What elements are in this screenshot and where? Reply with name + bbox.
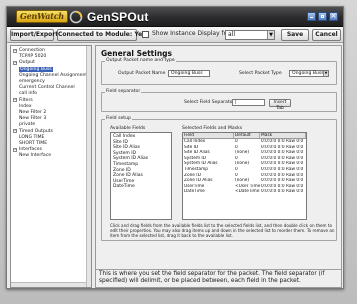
packet-type-select[interactable]: Ongoing Buss ▼ bbox=[289, 70, 329, 77]
collapse-icon[interactable]: − bbox=[13, 98, 17, 103]
instance-select-value: all bbox=[228, 31, 236, 38]
collapse-icon[interactable]: − bbox=[13, 147, 17, 152]
field-setup-hint: Click and drag fields from the available… bbox=[110, 223, 335, 239]
status-description: This is where you set the field separato… bbox=[96, 269, 341, 287]
show-instance-label: Show Instance Display for: bbox=[152, 30, 232, 37]
field-separator-label: Select Field Separator bbox=[184, 100, 235, 105]
close-icon[interactable] bbox=[329, 11, 338, 21]
settings-panel: General Settings Output Packet name and … bbox=[95, 45, 342, 288]
field-separator-group: Field separator Select Field Separator |… bbox=[101, 89, 337, 112]
tree-vertical-scrollbar[interactable] bbox=[86, 46, 91, 287]
import-export-button[interactable]: Import/Export bbox=[10, 29, 58, 41]
page-title: General Settings bbox=[101, 49, 173, 58]
tree-item-label: private bbox=[19, 122, 36, 128]
tree-item-label: Output bbox=[19, 60, 35, 66]
tree-item-label: New Filter 3 bbox=[19, 116, 47, 122]
field-separator-input[interactable]: | bbox=[232, 99, 265, 106]
insert-tab-button[interactable]: Insert Tab bbox=[269, 98, 291, 111]
field-setup-group-title: Field setup bbox=[105, 116, 132, 121]
column-header-mask[interactable]: Mask bbox=[260, 133, 306, 138]
table-cell: DateTime bbox=[184, 189, 205, 195]
column-header-default[interactable]: Default bbox=[234, 133, 260, 138]
output-packet-group: Output Packet name and type Output Packe… bbox=[101, 58, 337, 85]
available-field-item[interactable]: DateTime bbox=[111, 184, 171, 190]
logo-swirl-icon bbox=[69, 10, 83, 24]
cancel-button[interactable]: Cancel bbox=[312, 29, 341, 41]
table-row[interactable]: DateTime <DateTime>0:0:0:0 0:0 Raw 0:0 bbox=[183, 189, 306, 195]
tree-item-label: LONG TIME bbox=[19, 134, 45, 140]
table-cell: 0:0:0:0 0:0 Raw 0:0 bbox=[261, 189, 304, 195]
selected-fields-table[interactable]: Field Default Mask Call Index 0 0:0:0:0 0:… bbox=[182, 132, 307, 220]
collapse-icon[interactable]: − bbox=[13, 60, 17, 65]
tree-item-label: New Filter 2 bbox=[19, 110, 47, 116]
instance-select[interactable]: all ▼ bbox=[225, 30, 275, 40]
minimize-icon[interactable] bbox=[307, 12, 316, 21]
chevron-down-icon: ▼ bbox=[267, 31, 274, 39]
chevron-down-icon: ▼ bbox=[323, 71, 328, 76]
tree-item-label: Index bbox=[19, 103, 32, 109]
collapse-icon[interactable]: − bbox=[13, 48, 17, 53]
tree-item-label: Ongoing Buss bbox=[19, 66, 53, 72]
maximize-icon[interactable] bbox=[318, 12, 327, 21]
field-separator-group-title: Field separator bbox=[105, 89, 142, 94]
show-instance-checkbox[interactable] bbox=[142, 31, 149, 38]
toolbar: Import/Export Connected to Module: Yes S… bbox=[7, 27, 343, 43]
tree-horizontal-scrollbar[interactable] bbox=[11, 282, 86, 287]
navigation-tree: − Connection TCP/IP 5020− Output Ongoing Bus… bbox=[10, 45, 92, 288]
packet-name-label: Output Packet Name bbox=[118, 71, 166, 76]
field-setup-group: Field setup Available Fields Selected Fi… bbox=[101, 116, 337, 241]
tree-item-label: Filters bbox=[19, 97, 33, 103]
tree-item-label: emergency bbox=[19, 79, 45, 85]
tree-item-label: Ongoing Channel Assignment bbox=[19, 72, 88, 78]
tree-item-label: Connection bbox=[19, 48, 45, 53]
save-button[interactable]: Save bbox=[281, 29, 309, 41]
tree-item-label: Interfaces bbox=[19, 147, 42, 153]
app-title: GenSPOut bbox=[87, 10, 149, 24]
available-fields-label: Available Fields bbox=[110, 126, 146, 131]
output-packet-group-title: Output Packet name and type bbox=[105, 58, 176, 63]
connected-module-button[interactable]: Connected to Module: Yes bbox=[57, 29, 146, 41]
tree-item-label: call info bbox=[19, 91, 37, 97]
tree-item-label: Timed Outputs bbox=[19, 128, 53, 134]
packet-type-label: Select Packet Type bbox=[239, 71, 282, 76]
collapse-icon[interactable]: − bbox=[13, 129, 17, 134]
tree-item-label: SHORT TIME bbox=[19, 141, 48, 147]
tree-item[interactable]: New Interface bbox=[13, 153, 91, 159]
genwatch-logo: GenWatch bbox=[16, 10, 68, 23]
tree-item-label: TCP/IP 5020 bbox=[19, 54, 47, 60]
table-cell: <DateTime> bbox=[235, 189, 260, 195]
tree-item-label: New Interface bbox=[19, 153, 52, 159]
window-controls bbox=[307, 11, 338, 21]
packet-type-value: Ongoing Buss bbox=[292, 71, 324, 76]
app-window: GenWatch GenSPOut Import/Export Connecte… bbox=[6, 6, 344, 289]
available-fields-list[interactable]: Call Index Site ID Site ID Alias System ID S… bbox=[110, 132, 172, 220]
selected-fields-label: Selected Fields and Masks bbox=[182, 126, 243, 131]
packet-name-input[interactable]: Ongoing Buss bbox=[168, 70, 210, 77]
column-header-field[interactable]: Field bbox=[183, 133, 234, 138]
title-bar: GenWatch GenSPOut bbox=[7, 7, 343, 27]
tree-item-label: Current Control Channel bbox=[19, 85, 75, 91]
